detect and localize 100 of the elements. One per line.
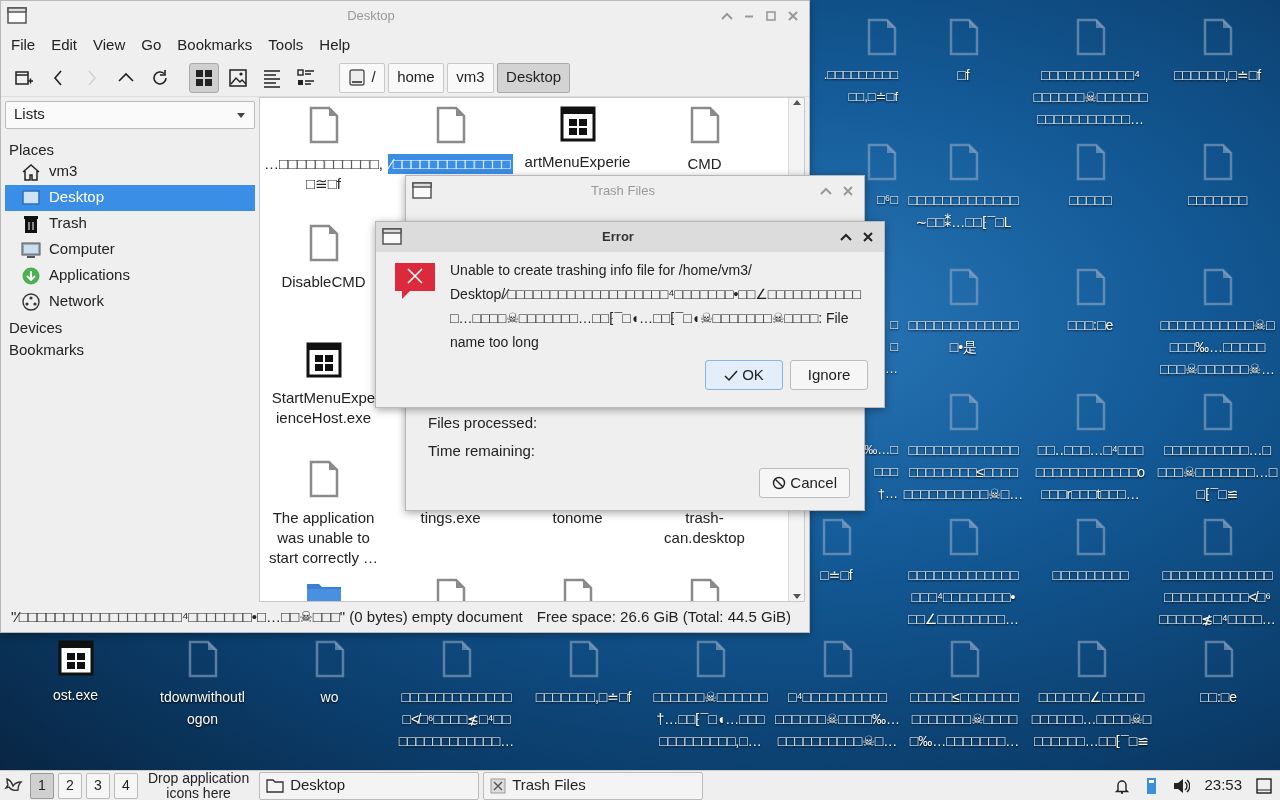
file-label[interactable]: tdownwithoutl ogon (160, 686, 245, 730)
path-button[interactable]: Desktop (497, 62, 571, 93)
clock[interactable]: 23:53 (1204, 774, 1242, 797)
file-icon (821, 640, 854, 678)
file-label[interactable]: □□□□□□□□□□□☠□ □□□‰…□□□□□ □□□☠□□□□□□☠… (1159, 314, 1276, 380)
x-icon (490, 777, 507, 794)
drive-icon (347, 68, 366, 87)
file-label[interactable]: □□□□□≤□□□□□□□ □□□□□□□☠□□□□ □‰…□□□□□□□… (909, 686, 1020, 752)
desktop-switch[interactable]: 2 (58, 772, 82, 799)
section-header[interactable]: Places (5, 136, 255, 159)
window-icon (412, 181, 432, 201)
file-icon (866, 18, 898, 56)
menu-item[interactable]: Help (319, 34, 351, 57)
path-button[interactable]: vm3 (447, 62, 494, 93)
section-header[interactable]: Devices (5, 314, 255, 337)
error-message: Unable to create trashing info file for /home/vm3/ Desktop/⁄□□□□□□□□□□□□□□□□□□□⁴□□□□□□□•□□∠□□□□□□□□□□□ □…□□□□☠□□□□□□□…□□⁅¯□◖…□□⁅¯□◖☠□□□□□□□☠□□□□: File name too long (450, 261, 861, 352)
task-button[interactable]: Trash Files (483, 771, 704, 800)
file-icon (1074, 18, 1107, 56)
free-space-text: Free space: 26.6 GiB (Total: 44.5 GiB) (536, 606, 792, 627)
desktop-switch[interactable]: 4 (114, 772, 138, 799)
file-label[interactable]: □□□□□□☠□□□□□□ †…□□⁅¯□◖…□□□ □□□□□□□□□,□… (653, 686, 768, 752)
file-label[interactable]: □□□□□□□□□ (1052, 564, 1129, 586)
file-label[interactable]: The application was unable to start correctly … (266, 507, 381, 568)
file-label[interactable]: □□□□□□□□□□□□□ □≮□⁶□□□□≴□⁴□□ □□□□□□□□□□□□… (398, 686, 515, 752)
window-icon (559, 105, 596, 142)
file-label[interactable]: □□□:□e (1067, 314, 1114, 336)
file-label[interactable]: □□□□□□□□□□□□□ □□□□□□□□≤□□□□ □□□□□□□□□□☠□… (903, 439, 1024, 505)
dialog-button[interactable]: Ignore (790, 360, 868, 390)
file-label[interactable]: □□□□□□□ (1187, 189, 1248, 211)
place-item[interactable]: Trash (5, 210, 255, 237)
file-label[interactable]: □□□□□□□□□□□□□ ∼□□⁑…□□⁅¯□L (908, 189, 1019, 233)
file-icon (866, 143, 898, 181)
file-label[interactable]: □□□□□□□□□□□□□ □□□⁴□□□□□□□□• □□∠□□□□□□□□… (907, 564, 1020, 630)
file-label[interactable]: □□□□□□□□□□□⁴ □□□□□□☠□□□□□□ □□□□□□□□□□□… (1033, 64, 1148, 130)
cancel-button[interactable]: Cancel (759, 468, 850, 498)
menu-item[interactable]: File (11, 34, 36, 57)
desktop-switch[interactable]: 1 (30, 772, 54, 799)
status-text: "⁄□□□□□□□□□□□□□□□□□□⁴□□□□□□□•□…□□☠□□□" (0 bytes) empty document (11, 606, 523, 627)
file-label[interactable]: trash- can.desktop (662, 507, 747, 548)
show-desktop-icon[interactable] (1256, 777, 1272, 794)
file-label[interactable]: □□□□□□□□□□□□□ □•是 (908, 314, 1019, 358)
file-label[interactable]: □□□□□□∠□□□□□ □□□□□□…□□□□☠□ □□□□□□…□□⁅¯□≌ (1031, 686, 1152, 752)
file-label[interactable]: ost.exe (52, 684, 99, 706)
file-label[interactable]: □⁴□□□□□□□□□□ □□□□□□☠□□□□‰… □□□□□□□□□□☠□… (774, 686, 901, 752)
chevron-icon (839, 231, 853, 243)
path-button[interactable]: home (388, 62, 444, 93)
file-label[interactable]: □≐□f (820, 564, 853, 586)
file-icon (1202, 640, 1235, 678)
window-icon (57, 640, 94, 676)
place-item[interactable]: Applications (5, 262, 255, 289)
file-label[interactable]: CMD (685, 153, 724, 174)
menu-item[interactable]: View (93, 34, 126, 57)
file-label[interactable]: □□□□□□□,□≐□f (535, 686, 632, 708)
list-dropdown[interactable]: Lists (5, 100, 255, 129)
file-label[interactable]: tonome (550, 507, 605, 528)
home-icon (21, 161, 41, 182)
menu-item[interactable]: Bookmarks (177, 34, 253, 57)
place-item[interactable]: Network (5, 288, 255, 315)
dialog-button[interactable]: OK (705, 360, 783, 390)
file-icon (947, 143, 980, 181)
file-label[interactable]: tings.exe (418, 507, 483, 528)
device-icon[interactable] (1144, 775, 1159, 796)
file-label[interactable]: □□‥□□□…□⁴□□□ □□□□□□□□□□□□o □□□r□□□t□□□… (1035, 439, 1146, 505)
file-label[interactable]: □□:□e (1199, 686, 1237, 708)
menu-item[interactable]: Tools (268, 34, 304, 57)
file-label[interactable]: artMenuExperie (522, 151, 633, 172)
file-label[interactable]: wo (320, 686, 339, 708)
file-label[interactable]: □ □ … (885, 314, 898, 380)
caret-icon (236, 110, 246, 119)
file-label[interactable]: □□□□□□□□□□□□□ □□□□□□□□□□≮□⁶ □□□□□≴□⁴□□□□… (1159, 564, 1276, 630)
close-icon (787, 10, 799, 22)
file-label[interactable]: ‰…□ □□□ †… (864, 439, 898, 505)
file-icon (947, 518, 980, 556)
file-label[interactable]: DisableCMD (279, 271, 368, 292)
file-label[interactable]: □□□□□□□□□□…□ □□□☠□□□□□□□…□ □⁅¯□≌ (1157, 439, 1278, 505)
scroll-down-icon[interactable] (791, 592, 802, 601)
menu-item[interactable]: Edit (51, 34, 78, 57)
file-label[interactable]: □f (957, 64, 970, 86)
file-label[interactable]: □⁶□ (876, 189, 898, 211)
menu-item[interactable]: Go (141, 34, 162, 57)
place-item[interactable]: vm3 (5, 158, 255, 185)
close-icon (862, 231, 874, 243)
file-label[interactable]: .□□□□□□□□□ □□,□≐□f (823, 64, 898, 108)
desktop-switch[interactable]: 3 (86, 772, 110, 799)
file-label[interactable]: …□□□□□□□□□□□, □≅□f (262, 153, 385, 194)
file-label[interactable]: □□□□□ (1069, 189, 1112, 211)
file-icon (186, 640, 219, 678)
file-label[interactable]: □□□□□□,□≐□f (1173, 64, 1262, 86)
progress-label: Time remaining: (428, 441, 535, 461)
task-button[interactable]: Desktop (259, 771, 480, 800)
place-item[interactable]: Computer (5, 236, 255, 263)
chevron-icon (720, 10, 734, 22)
trash-icon (21, 213, 41, 234)
file-icon (947, 18, 980, 56)
file-label[interactable]: StartMenuExpe ienceHost.exe (269, 387, 378, 428)
maximize-icon (765, 10, 777, 22)
path-button[interactable]: / (338, 62, 385, 93)
section-header[interactable]: Bookmarks (5, 336, 255, 359)
window-icon (7, 6, 27, 26)
window-title: Desktop (346, 7, 396, 26)
